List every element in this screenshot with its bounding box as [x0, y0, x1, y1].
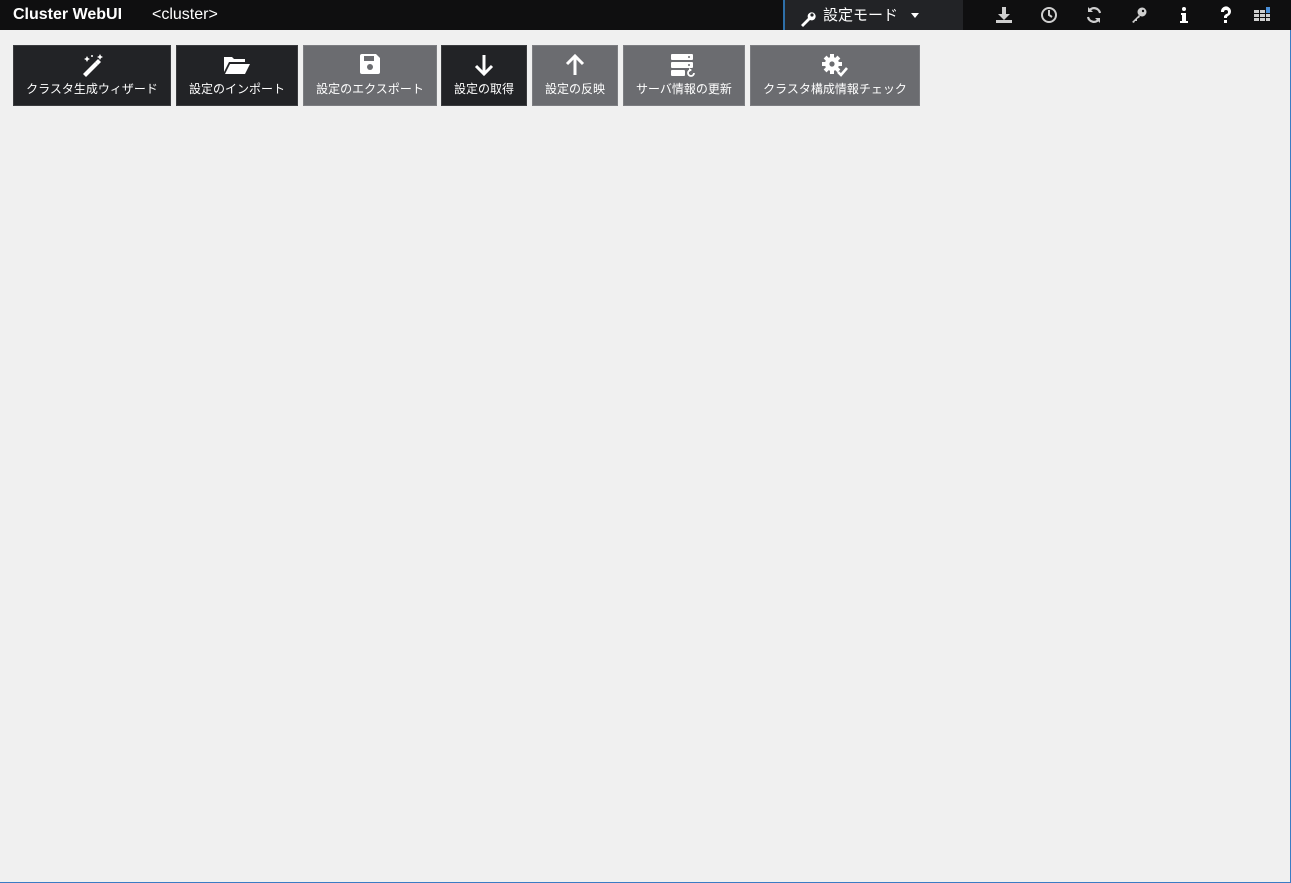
- button-label: 設定のインポート: [188, 82, 285, 96]
- get-settings-button[interactable]: 設定の取得: [441, 45, 527, 106]
- app-title: Cluster WebUI: [13, 6, 123, 23]
- chevron-down-icon: [911, 13, 919, 18]
- arrow-up-icon: [533, 53, 617, 77]
- grid-icon[interactable]: [1252, 5, 1272, 25]
- wrench-icon: [799, 7, 817, 27]
- update-server-info-button[interactable]: サーバ情報の更新: [623, 45, 745, 106]
- cluster-name: <cluster>: [152, 6, 218, 23]
- button-label: 設定のエクスポート: [316, 82, 424, 96]
- button-label: 設定の反映: [544, 82, 605, 96]
- help-icon[interactable]: [1216, 5, 1236, 25]
- button-label: 設定の取得: [453, 82, 514, 96]
- download-icon[interactable]: [994, 5, 1014, 25]
- folder-open-icon: [177, 53, 297, 77]
- gear-check-icon: [751, 53, 919, 77]
- top-bar: Cluster WebUI <cluster> 設定モード: [0, 0, 1291, 30]
- refresh-icon[interactable]: [1084, 5, 1104, 25]
- key-icon[interactable]: [1129, 5, 1149, 25]
- mode-label: 設定モード: [823, 6, 899, 24]
- save-icon: [304, 53, 436, 77]
- clock-icon[interactable]: [1039, 5, 1059, 25]
- button-label: クラスタ構成情報チェック: [763, 82, 907, 96]
- cluster-wizard-button[interactable]: クラスタ生成ウィザード: [13, 45, 171, 106]
- button-label: サーバ情報の更新: [636, 82, 732, 96]
- info-icon[interactable]: [1174, 5, 1194, 25]
- magic-wand-icon: [14, 53, 170, 77]
- cluster-config-check-button[interactable]: クラスタ構成情報チェック: [750, 45, 920, 106]
- button-label: クラスタ生成ウィザード: [26, 82, 158, 96]
- arrow-down-icon: [442, 53, 526, 77]
- import-settings-button[interactable]: 設定のインポート: [176, 45, 298, 106]
- mode-selector[interactable]: 設定モード: [783, 0, 963, 30]
- apply-settings-button[interactable]: 設定の反映: [532, 45, 618, 106]
- server-refresh-icon: [624, 53, 744, 78]
- export-settings-button[interactable]: 設定のエクスポート: [303, 45, 437, 106]
